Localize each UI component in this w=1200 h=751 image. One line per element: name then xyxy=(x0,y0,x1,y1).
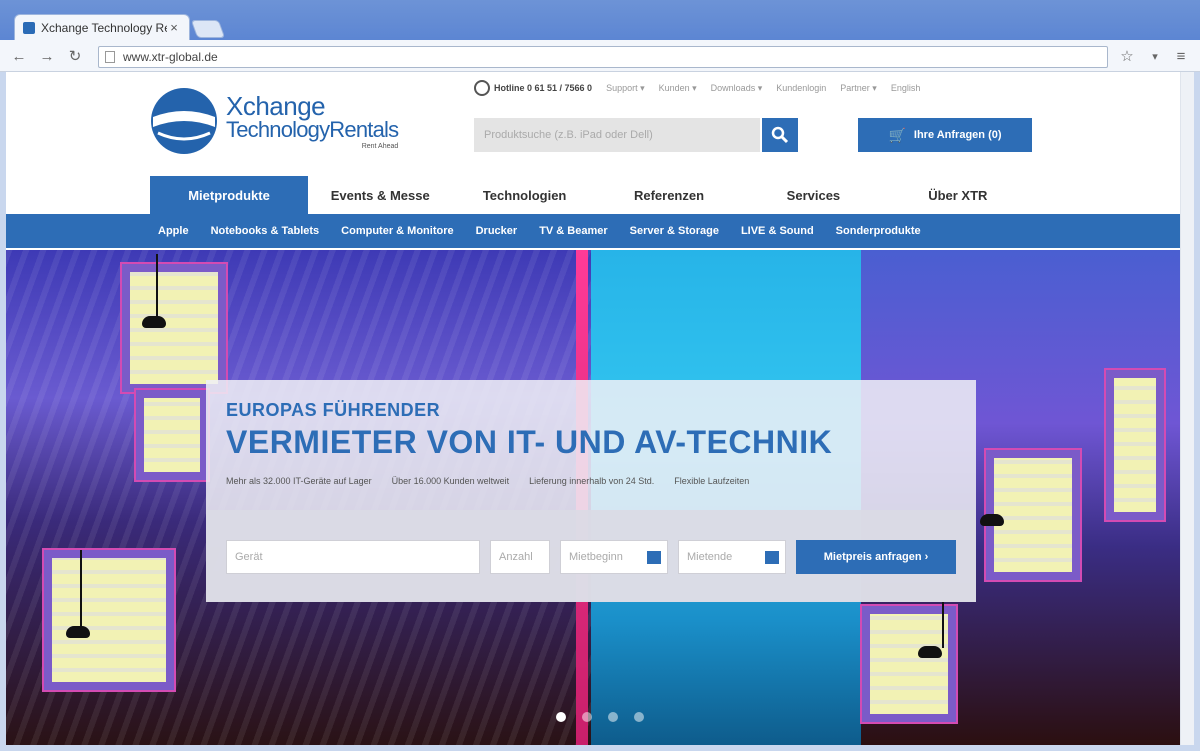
hero-facts: Mehr als 32.000 IT-Geräte auf Lager Über… xyxy=(226,476,769,486)
hero-screen xyxy=(1106,370,1164,520)
subnav-sonderprodukte[interactable]: Sonderprodukte xyxy=(836,225,921,237)
hero-fact: Lieferung innerhalb von 24 Std. xyxy=(529,476,655,486)
subnav-computer-monitore[interactable]: Computer & Monitore xyxy=(341,225,453,237)
hotline: Hotline 0 61 51 / 7566 0 xyxy=(474,80,592,96)
subnav-live-sound[interactable]: LIVE & Sound xyxy=(741,225,814,237)
top-bar: Hotline 0 61 51 / 7566 0 Support ▾ Kunde… xyxy=(474,78,1044,98)
rental-start-placeholder: Mietbeginn xyxy=(569,551,623,563)
hero-fact: Über 16.000 Kunden weltweit xyxy=(391,476,510,486)
hotline-text: Hotline 0 61 51 / 7566 0 xyxy=(494,83,593,93)
wrench-menu-icon[interactable]: ≡ xyxy=(1170,46,1192,66)
back-icon[interactable]: ← xyxy=(8,46,30,66)
rental-end-placeholder: Mietende xyxy=(687,551,733,563)
product-input[interactable]: Gerät xyxy=(226,540,480,574)
topbar-link-kunden[interactable]: Kunden ▾ xyxy=(659,83,697,94)
logo-text: Xchange TechnologyRentals Rent Ahead xyxy=(226,90,399,150)
topbar-link-support[interactable]: Support ▾ xyxy=(606,83,645,94)
calendar-icon[interactable] xyxy=(647,551,661,564)
topbar-link-kundenlogin[interactable]: Kundenlogin xyxy=(776,83,826,93)
search-input[interactable]: Produktsuche (z.B. iPad oder Dell) xyxy=(474,118,760,152)
hero-subtitle: EUROPAS FÜHRENDER xyxy=(226,400,441,420)
web-page: Xchange TechnologyRentals Rent Ahead Hot… xyxy=(6,72,1194,745)
favicon-icon xyxy=(23,21,35,34)
subnav-drucker[interactable]: Drucker xyxy=(476,225,518,237)
topbar-link-partner[interactable]: Partner ▾ xyxy=(840,83,877,94)
subnav-apple[interactable]: Apple xyxy=(158,225,189,237)
browser-chrome: Xchange Technology Re × ← → ↻ www.xtr-gl… xyxy=(0,0,1200,72)
subnav-notebooks-tablets[interactable]: Notebooks & Tablets xyxy=(211,225,320,237)
cart-icon: 🛒 xyxy=(888,126,906,143)
microphone-icon xyxy=(142,316,166,328)
page-menu-icon[interactable]: ▾ xyxy=(1144,46,1166,66)
search-button[interactable] xyxy=(762,118,798,152)
slider-dots xyxy=(556,712,660,722)
hero-screen xyxy=(136,390,208,480)
slider-dot[interactable] xyxy=(608,712,618,722)
hero-fact: Mehr als 32.000 IT-Geräte auf Lager xyxy=(226,476,372,486)
close-tab-icon[interactable]: × xyxy=(167,20,181,35)
slider-dot[interactable] xyxy=(634,712,644,722)
request-price-button[interactable]: Mietpreis anfragen › xyxy=(796,540,956,574)
nav-technologien[interactable]: Technologien xyxy=(452,176,596,214)
topbar-link-english[interactable]: English xyxy=(891,83,921,93)
rental-request-form: Gerät Anzahl Mietbeginn Mietende Mietpre… xyxy=(206,510,976,602)
phone-icon xyxy=(474,80,490,96)
microphone-icon xyxy=(66,626,90,638)
slider-dot[interactable] xyxy=(556,712,566,722)
search-icon xyxy=(771,126,789,144)
quantity-input[interactable]: Anzahl xyxy=(490,540,550,574)
hero-title: VERMIETER VON IT- UND AV-TECHNIK xyxy=(226,424,833,460)
requests-label: Ihre Anfragen (0) xyxy=(913,129,1002,141)
nav-referenzen[interactable]: Referenzen xyxy=(597,176,741,214)
rental-end-input[interactable]: Mietende xyxy=(678,540,786,574)
hero-overlay: EUROPAS FÜHRENDER VERMIETER VON IT- UND … xyxy=(206,380,976,602)
logo-line2: TechnologyRentals xyxy=(226,116,399,142)
main-nav: Mietprodukte Events & Messe Technologien… xyxy=(150,176,1030,214)
subnav-server-storage[interactable]: Server & Storage xyxy=(630,225,719,237)
slider-dot[interactable] xyxy=(582,712,592,722)
browser-toolbar: ← → ↻ www.xtr-global.de ☆ ▾ ≡ xyxy=(0,40,1200,72)
logo-tagline: Rent Ahead xyxy=(361,142,399,150)
bookmark-star-icon[interactable]: ☆ xyxy=(1116,46,1138,66)
mic-stand xyxy=(80,550,82,630)
microphone-icon xyxy=(980,514,1004,526)
tab-strip: Xchange Technology Re × xyxy=(0,0,1200,40)
site-logo[interactable]: Xchange TechnologyRentals Rent Ahead xyxy=(150,86,440,156)
page-icon xyxy=(105,51,115,63)
logo-line1: Xchange xyxy=(226,90,326,121)
tab-title: Xchange Technology Re xyxy=(41,20,167,35)
nav-services[interactable]: Services xyxy=(741,176,885,214)
hero-screen xyxy=(122,264,226,392)
mic-stand xyxy=(942,600,944,648)
new-tab-button[interactable] xyxy=(190,20,226,38)
nav-events-messe[interactable]: Events & Messe xyxy=(308,176,452,214)
address-bar[interactable]: www.xtr-global.de xyxy=(98,46,1108,68)
page-scrollbar[interactable] xyxy=(1180,72,1194,745)
nav-mietprodukte[interactable]: Mietprodukte xyxy=(150,176,308,214)
nav-ueber-xtr[interactable]: Über XTR xyxy=(886,176,1030,214)
browser-tab[interactable]: Xchange Technology Re × xyxy=(14,14,190,40)
microphone-icon xyxy=(918,646,942,658)
reload-icon[interactable]: ↻ xyxy=(64,46,86,66)
hero-fact: Flexible Laufzeiten xyxy=(674,476,750,486)
forward-icon[interactable]: → xyxy=(36,46,58,66)
hero-screen xyxy=(44,550,174,690)
calendar-icon[interactable] xyxy=(765,551,779,564)
globe-logo-icon xyxy=(151,88,217,154)
requests-button[interactable]: 🛒 Ihre Anfragen (0) xyxy=(858,118,1032,152)
hero-slider: EUROPAS FÜHRENDER VERMIETER VON IT- UND … xyxy=(6,250,1180,745)
sub-nav: Apple Notebooks & Tablets Computer & Mon… xyxy=(6,214,1180,248)
url-text: www.xtr-global.de xyxy=(123,50,218,64)
rental-start-input[interactable]: Mietbeginn xyxy=(560,540,668,574)
mic-stand xyxy=(156,254,158,318)
subnav-tv-beamer[interactable]: TV & Beamer xyxy=(539,225,607,237)
topbar-link-downloads[interactable]: Downloads ▾ xyxy=(711,83,763,94)
